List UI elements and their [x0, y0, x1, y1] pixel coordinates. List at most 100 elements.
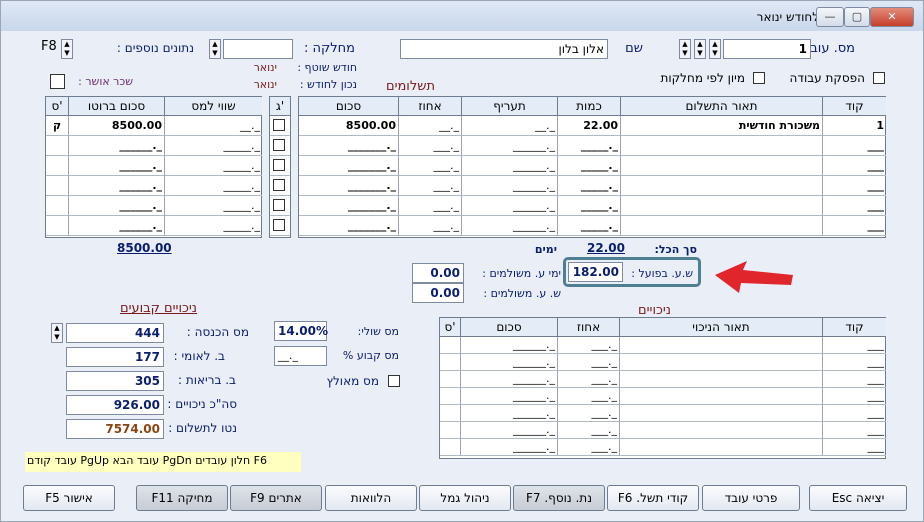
- row-g-checkbox[interactable]: [273, 159, 285, 171]
- row-rate[interactable]: ______._: [461, 136, 557, 156]
- ded-row-code[interactable]: ___: [822, 337, 886, 354]
- row-amount[interactable]: _______._: [299, 156, 398, 176]
- paid-days-field[interactable]: 0.00: [412, 263, 464, 283]
- extra-data-stepper[interactable]: ▲ ▼: [61, 39, 73, 59]
- employee-stepper[interactable]: ▲ ▼: [679, 39, 691, 59]
- row-gross[interactable]: ______._: [68, 156, 164, 176]
- ded-row-amount[interactable]: ______._: [460, 388, 557, 405]
- row-amount[interactable]: _______._: [299, 216, 398, 236]
- ded-row-s[interactable]: [440, 422, 460, 439]
- health-field[interactable]: 305: [66, 371, 164, 391]
- row-code[interactable]: ___: [822, 196, 886, 216]
- row-s[interactable]: ק: [46, 116, 68, 136]
- row-code[interactable]: ___: [822, 176, 886, 196]
- ded-row-code[interactable]: ___: [822, 439, 886, 456]
- row-amount[interactable]: 8500.00: [299, 116, 398, 136]
- ded-row-amount[interactable]: ______._: [460, 439, 557, 456]
- ded-row-pct[interactable]: ___._: [557, 337, 619, 354]
- row-s[interactable]: [46, 196, 68, 216]
- row-gross[interactable]: ______._: [68, 216, 164, 236]
- row-amount[interactable]: _______._: [299, 196, 398, 216]
- row-pct[interactable]: ___._: [398, 136, 461, 156]
- ded-row-amount[interactable]: ______._: [460, 371, 557, 388]
- national-ins-field[interactable]: 177: [66, 347, 164, 367]
- close-button[interactable]: ✕: [870, 7, 914, 27]
- ded-row-s[interactable]: [440, 337, 460, 354]
- additional-data-button[interactable]: נת. נוסף. F7: [513, 485, 605, 511]
- ded-row-desc[interactable]: [619, 371, 822, 388]
- row-g-checkbox[interactable]: [273, 219, 285, 231]
- row-s[interactable]: [46, 156, 68, 176]
- row-desc[interactable]: [620, 216, 822, 236]
- restore-button[interactable]: ▢: [844, 7, 870, 27]
- row-qty[interactable]: _____._: [557, 136, 620, 156]
- row-pct[interactable]: ___._: [398, 216, 461, 236]
- ded-row-pct[interactable]: ___._: [557, 354, 619, 371]
- approved-wage-checkbox[interactable]: [50, 74, 65, 89]
- row-tax-value[interactable]: _____._: [164, 196, 262, 216]
- ded-row-s[interactable]: [440, 405, 460, 422]
- ded-row-desc[interactable]: [619, 405, 822, 422]
- ded-row-desc[interactable]: [619, 354, 822, 371]
- row-tax-value[interactable]: _____._: [164, 156, 262, 176]
- ded-row-pct[interactable]: ___._: [557, 388, 619, 405]
- ded-row-pct[interactable]: ___._: [557, 405, 619, 422]
- employee-no-input[interactable]: 1: [723, 39, 811, 59]
- minimize-button[interactable]: —: [816, 7, 844, 27]
- provident-fund-button[interactable]: ניהול גמל: [419, 485, 511, 511]
- row-s[interactable]: [46, 216, 68, 236]
- ded-row-code[interactable]: ___: [822, 371, 886, 388]
- row-rate[interactable]: ______._: [461, 216, 557, 236]
- fixed-tax-field[interactable]: __._: [274, 346, 327, 366]
- ded-row-s[interactable]: [440, 388, 460, 405]
- row-tax-value[interactable]: __._: [164, 116, 262, 136]
- row-g-checkbox[interactable]: [273, 199, 285, 211]
- department-stepper[interactable]: ▲ ▼: [209, 39, 221, 59]
- row-qty[interactable]: _____._: [557, 156, 620, 176]
- ded-row-desc[interactable]: [619, 422, 822, 439]
- row-rate[interactable]: ______._: [461, 176, 557, 196]
- ded-row-desc[interactable]: [619, 439, 822, 456]
- ded-row-code[interactable]: ___: [822, 422, 886, 439]
- row-g-checkbox[interactable]: [273, 179, 285, 191]
- row-rate[interactable]: __._: [461, 116, 557, 136]
- row-tax-value[interactable]: _____._: [164, 216, 262, 236]
- row-qty[interactable]: 22.00: [557, 116, 620, 136]
- loans-button[interactable]: הלוואות: [325, 485, 417, 511]
- row-s[interactable]: [46, 136, 68, 156]
- sites-button[interactable]: אתרים F9: [230, 485, 322, 511]
- row-gross[interactable]: ______._: [68, 176, 164, 196]
- forced-tax-checkbox[interactable]: [388, 375, 400, 387]
- paid-hours-field[interactable]: 0.00: [412, 283, 464, 303]
- approve-button[interactable]: אישור F5: [23, 485, 115, 511]
- exit-button[interactable]: יציאה Esc: [809, 485, 907, 511]
- ded-row-amount[interactable]: ______._: [460, 405, 557, 422]
- ded-row-amount[interactable]: ______._: [460, 422, 557, 439]
- sort-by-dept-checkbox[interactable]: [753, 72, 765, 84]
- row-g-checkbox[interactable]: [273, 139, 285, 151]
- name-field[interactable]: אלון בלון: [400, 39, 608, 59]
- row-desc[interactable]: [620, 196, 822, 216]
- row-pct[interactable]: ___._: [398, 156, 461, 176]
- row-s[interactable]: [46, 176, 68, 196]
- income-tax-field[interactable]: 444: [66, 323, 164, 343]
- employee-prev-spin[interactable]: ▲ ▼: [694, 39, 706, 59]
- employee-next-spin[interactable]: ▲ ▼: [709, 39, 721, 59]
- stop-work-checkbox[interactable]: [873, 72, 885, 84]
- ded-row-amount[interactable]: ______._: [460, 337, 557, 354]
- ded-row-pct[interactable]: ___._: [557, 422, 619, 439]
- row-g-checkbox[interactable]: [273, 119, 285, 131]
- row-desc[interactable]: [620, 156, 822, 176]
- ded-row-pct[interactable]: ___._: [557, 371, 619, 388]
- ded-row-code[interactable]: ___: [822, 354, 886, 371]
- ded-row-s[interactable]: [440, 371, 460, 388]
- row-gross[interactable]: ______._: [68, 196, 164, 216]
- row-pct[interactable]: ___._: [398, 196, 461, 216]
- row-qty[interactable]: _____._: [557, 176, 620, 196]
- row-code[interactable]: ___: [822, 216, 886, 236]
- ded-row-amount[interactable]: ______._: [460, 354, 557, 371]
- employee-details-button[interactable]: פרטי עובד: [702, 485, 800, 511]
- ded-row-code[interactable]: ___: [822, 405, 886, 422]
- ded-row-desc[interactable]: [619, 388, 822, 405]
- ded-row-pct[interactable]: ___._: [557, 439, 619, 456]
